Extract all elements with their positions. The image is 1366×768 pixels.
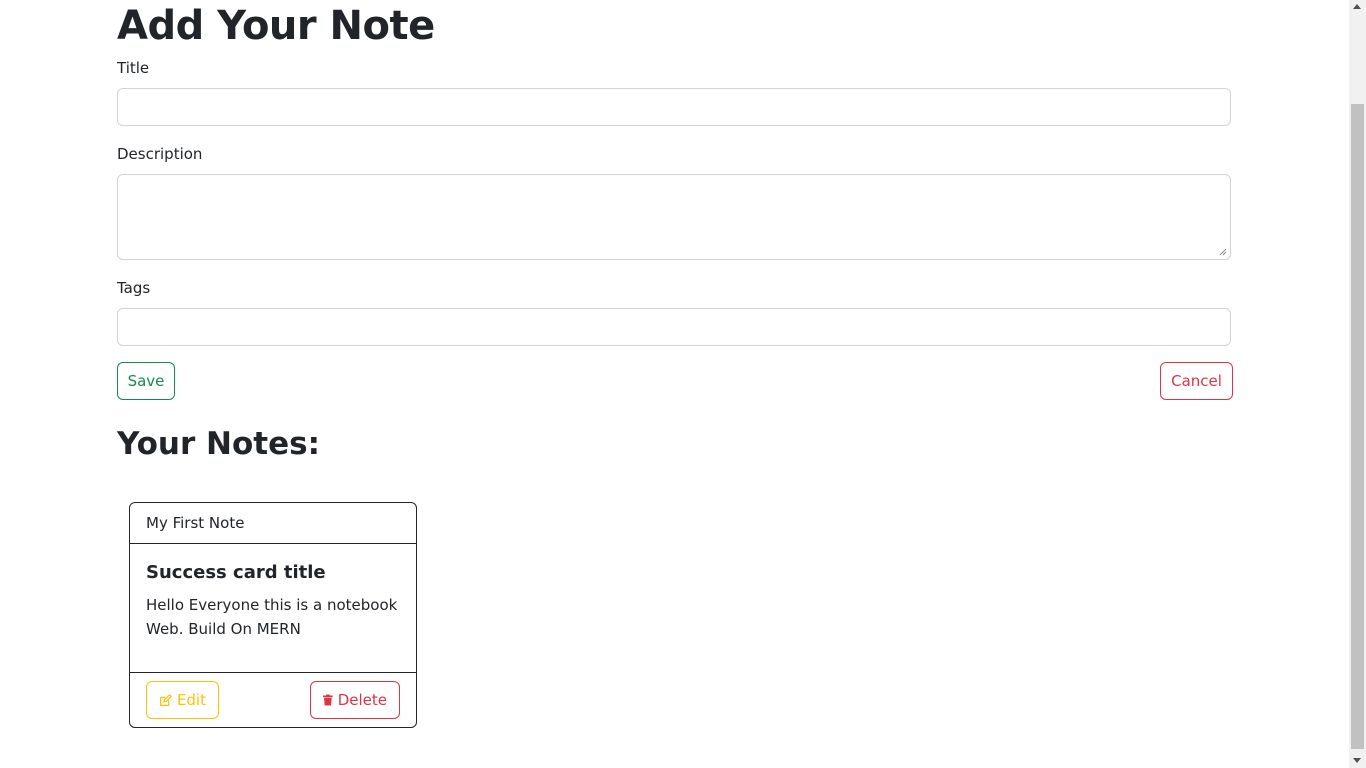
- edit-icon: [160, 693, 172, 706]
- tags-label: Tags: [117, 279, 151, 297]
- edit-button[interactable]: Edit: [146, 681, 219, 719]
- description-textarea[interactable]: [117, 174, 1231, 260]
- vertical-scrollbar[interactable]: [1349, 0, 1366, 768]
- note-card-title: Success card title: [146, 562, 326, 583]
- trash-icon: [323, 694, 333, 706]
- note-card-body: Success card title Hello Everyone this i…: [146, 561, 402, 641]
- cancel-button[interactable]: Cancel: [1160, 362, 1233, 400]
- scrollbar-thumb[interactable]: [1351, 104, 1364, 749]
- delete-button[interactable]: Delete: [310, 681, 400, 719]
- note-card-text: Hello Everyone this is a notebook Web. B…: [146, 596, 398, 638]
- notes-heading: Your Notes:: [117, 426, 320, 462]
- save-button[interactable]: Save: [117, 362, 175, 400]
- note-card-header: My First Note: [130, 503, 416, 544]
- page-title: Add Your Note: [117, 3, 435, 49]
- title-input[interactable]: [117, 88, 1231, 126]
- title-label: Title: [117, 59, 150, 77]
- resize-grip-icon[interactable]: [1219, 248, 1227, 256]
- tags-input[interactable]: [117, 308, 1231, 346]
- description-label: Description: [117, 145, 203, 163]
- note-card-footer: Edit Delete: [130, 672, 416, 727]
- note-card: My First Note Success card title Hello E…: [129, 502, 417, 728]
- scroll-down-arrow-icon[interactable]: [1353, 758, 1361, 763]
- edit-button-label: Edit: [176, 691, 206, 709]
- scroll-up-arrow-icon[interactable]: [1353, 4, 1361, 9]
- delete-button-label: Delete: [337, 691, 387, 709]
